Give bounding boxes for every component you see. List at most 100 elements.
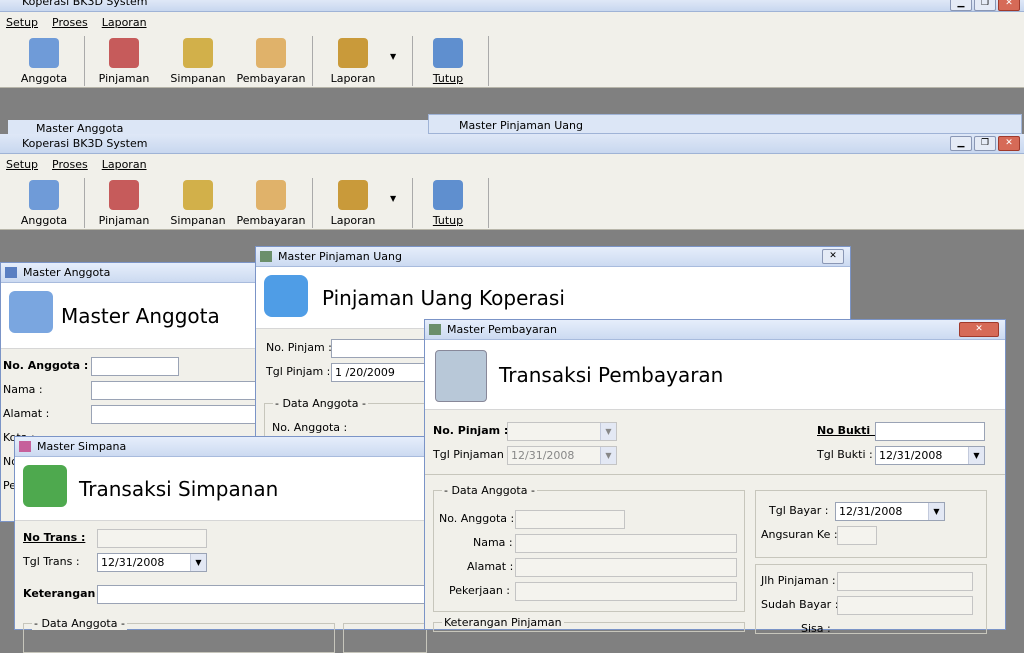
bg-toolbar: Anggota Pinjaman Simpanan Pembayaran Lap… (0, 32, 1024, 88)
menu-proses[interactable]: Proses (52, 16, 88, 29)
tgl-bayar-label: Tgl Bayar : (769, 504, 829, 517)
close-icon[interactable]: ✕ (822, 249, 844, 264)
no-pinjam-label: No. Pinjam : (433, 424, 509, 437)
jlh-pinjaman-label: Jlh Pinjaman : (761, 574, 836, 587)
toolbar-simpanan-button[interactable]: Simpanan (170, 38, 226, 85)
close-icon[interactable]: ✕ (998, 136, 1020, 151)
app-title: Koperasi BK3D System (22, 137, 148, 150)
pekerjaan-label: Pekerjaan : (449, 584, 510, 597)
sudah-bayar-input[interactable] (837, 596, 973, 615)
dropdown-arrow-icon[interactable]: ▼ (390, 194, 396, 203)
menu-setup[interactable]: Setup (6, 16, 38, 29)
no-trans-label: No Trans : (23, 531, 86, 544)
no-bukti-input[interactable] (875, 422, 985, 441)
sisa-label: Sisa : (801, 622, 831, 635)
jlh-pinjaman-input[interactable] (837, 572, 973, 591)
chevron-down-icon[interactable]: ▼ (968, 447, 984, 464)
member-card-icon (29, 180, 59, 210)
keterangan-label: Keterangan : (23, 587, 104, 600)
simpanan-window-title: Master Simpana (37, 440, 127, 453)
chevron-down-icon[interactable]: ▼ (928, 503, 944, 520)
tgl-pinjam-label: Tgl Pinjam : (266, 365, 331, 378)
pinjaman-group-label: - Data Anggota - (273, 397, 368, 410)
tgl-pinjaman-label: Tgl Pinjaman : (433, 448, 512, 461)
minimize-icon[interactable]: ▁ (950, 0, 972, 11)
bg-window-controls[interactable]: ▁ ❐ ✕ (950, 0, 1020, 11)
money-person-icon (183, 180, 213, 210)
dollar-icon (23, 465, 67, 507)
toolbar-laporan-button[interactable]: Laporan (328, 38, 378, 85)
bg-app-title: Koperasi BK3D System (22, 0, 148, 8)
toolbar-tutup-button[interactable]: Tutup (424, 180, 472, 227)
toolbar-tutup-button[interactable]: Tutup (424, 38, 472, 85)
pen-document-icon (109, 180, 139, 210)
window-controls: ▁ ❐ ✕ (950, 136, 1020, 151)
tgl-pinjam-input[interactable]: 1 /20/2009 (331, 363, 431, 382)
chevron-down-icon[interactable]: ▼ (600, 423, 616, 440)
no-anggota-input[interactable] (515, 510, 625, 529)
toolbar-anggota-button[interactable]: Anggota (20, 38, 68, 85)
pembayaran-window-title: Master Pembayaran (447, 323, 557, 336)
restore-icon[interactable]: ❐ (974, 0, 996, 11)
toolbar-pinjaman-button[interactable]: Pinjaman (98, 38, 150, 85)
pekerjaan-input[interactable] (515, 582, 737, 601)
minimize-icon[interactable]: ▁ (950, 136, 972, 151)
no-trans-input[interactable] (97, 529, 207, 548)
bg-anggota-title: Master Anggota (8, 120, 428, 134)
toolbar-pembayaran-button[interactable]: Pembayaran (236, 180, 306, 227)
money-box-icon (264, 275, 308, 317)
alamat-label: Alamat : (467, 560, 514, 573)
nama-label: Nama : (3, 383, 43, 396)
no-pinjam-label: No. Pinjam : (266, 341, 332, 354)
no-pinjam-input[interactable] (331, 339, 431, 358)
alamat-input[interactable] (91, 405, 271, 424)
toolbar: Anggota Pinjaman Simpanan Pembayaran Lap… (0, 174, 1024, 230)
tgl-pinjaman-date: 12/31/2008 ▼ (507, 446, 617, 465)
toolbar-pinjaman-button[interactable]: Pinjaman (98, 180, 150, 227)
tgl-bukti-date[interactable]: 12/31/2008 ▼ (875, 446, 985, 465)
menu-proses[interactable]: Proses (52, 158, 88, 171)
transaksi-pembayaran-window: Master Pembayaran ✕ Transaksi Pembayaran… (424, 319, 1006, 635)
chevron-down-icon[interactable]: ▼ (190, 554, 206, 571)
tgl-bayar-date[interactable]: 12/31/2008 ▼ (835, 502, 945, 521)
close-icon[interactable]: ✕ (959, 322, 999, 337)
menubar: Setup Proses Laporan (0, 154, 1024, 174)
payment-hand-icon (256, 38, 286, 68)
alamat-input[interactable] (515, 558, 737, 577)
member-icon (9, 291, 53, 333)
pinjaman-no-anggota-label: No. Anggota : (272, 421, 348, 434)
boxes-icon (338, 180, 368, 210)
toolbar-simpanan-button[interactable]: Simpanan (170, 180, 226, 227)
menu-laporan[interactable]: Laporan (102, 158, 147, 171)
exit-icon (433, 180, 463, 210)
bg-pinjaman-title: Master Pinjaman Uang (428, 114, 1022, 134)
toolbar-pembayaran-button[interactable]: Pembayaran (236, 38, 306, 85)
close-icon[interactable]: ✕ (998, 0, 1020, 11)
tgl-trans-label: Tgl Trans : (23, 555, 80, 568)
pinjaman-window-title: Master Pinjaman Uang (278, 250, 402, 263)
no-pinjam-select[interactable]: ▼ (507, 422, 617, 441)
no-anggota-input[interactable] (91, 357, 179, 376)
restore-icon[interactable]: ❐ (974, 136, 996, 151)
menu-setup[interactable]: Setup (6, 158, 38, 171)
member-card-icon (29, 38, 59, 68)
simpanan-group-label: - Data Anggota - (32, 617, 127, 630)
nama-input[interactable] (515, 534, 737, 553)
tgl-trans-date[interactable]: 12/31/2008 ▼ (97, 553, 207, 572)
simpanan-header: Transaksi Simpanan (79, 476, 279, 501)
no-anggota-label: No. Anggota : (3, 359, 89, 372)
nama-label: Nama : (473, 536, 513, 549)
menu-laporan[interactable]: Laporan (102, 16, 147, 29)
pen-document-icon (109, 38, 139, 68)
nama-input[interactable] (91, 381, 271, 400)
angsuran-input[interactable] (837, 526, 877, 545)
keterangan-pinjaman-label: Keterangan Pinjaman (442, 616, 564, 629)
keterangan-input[interactable] (97, 585, 427, 604)
transaksi-simpanan-window: Master Simpana Transaksi Simpanan No Tra… (14, 436, 427, 653)
background-app-window: Koperasi BK3D System ▁ ❐ ✕ Setup Proses … (0, 0, 1024, 134)
no-anggota-label: No. Anggota : (439, 512, 515, 525)
toolbar-laporan-button[interactable]: Laporan (328, 180, 378, 227)
dropdown-arrow-icon[interactable]: ▼ (390, 52, 396, 61)
sudah-bayar-label: Sudah Bayar : (761, 598, 839, 611)
toolbar-anggota-button[interactable]: Anggota (20, 180, 68, 227)
